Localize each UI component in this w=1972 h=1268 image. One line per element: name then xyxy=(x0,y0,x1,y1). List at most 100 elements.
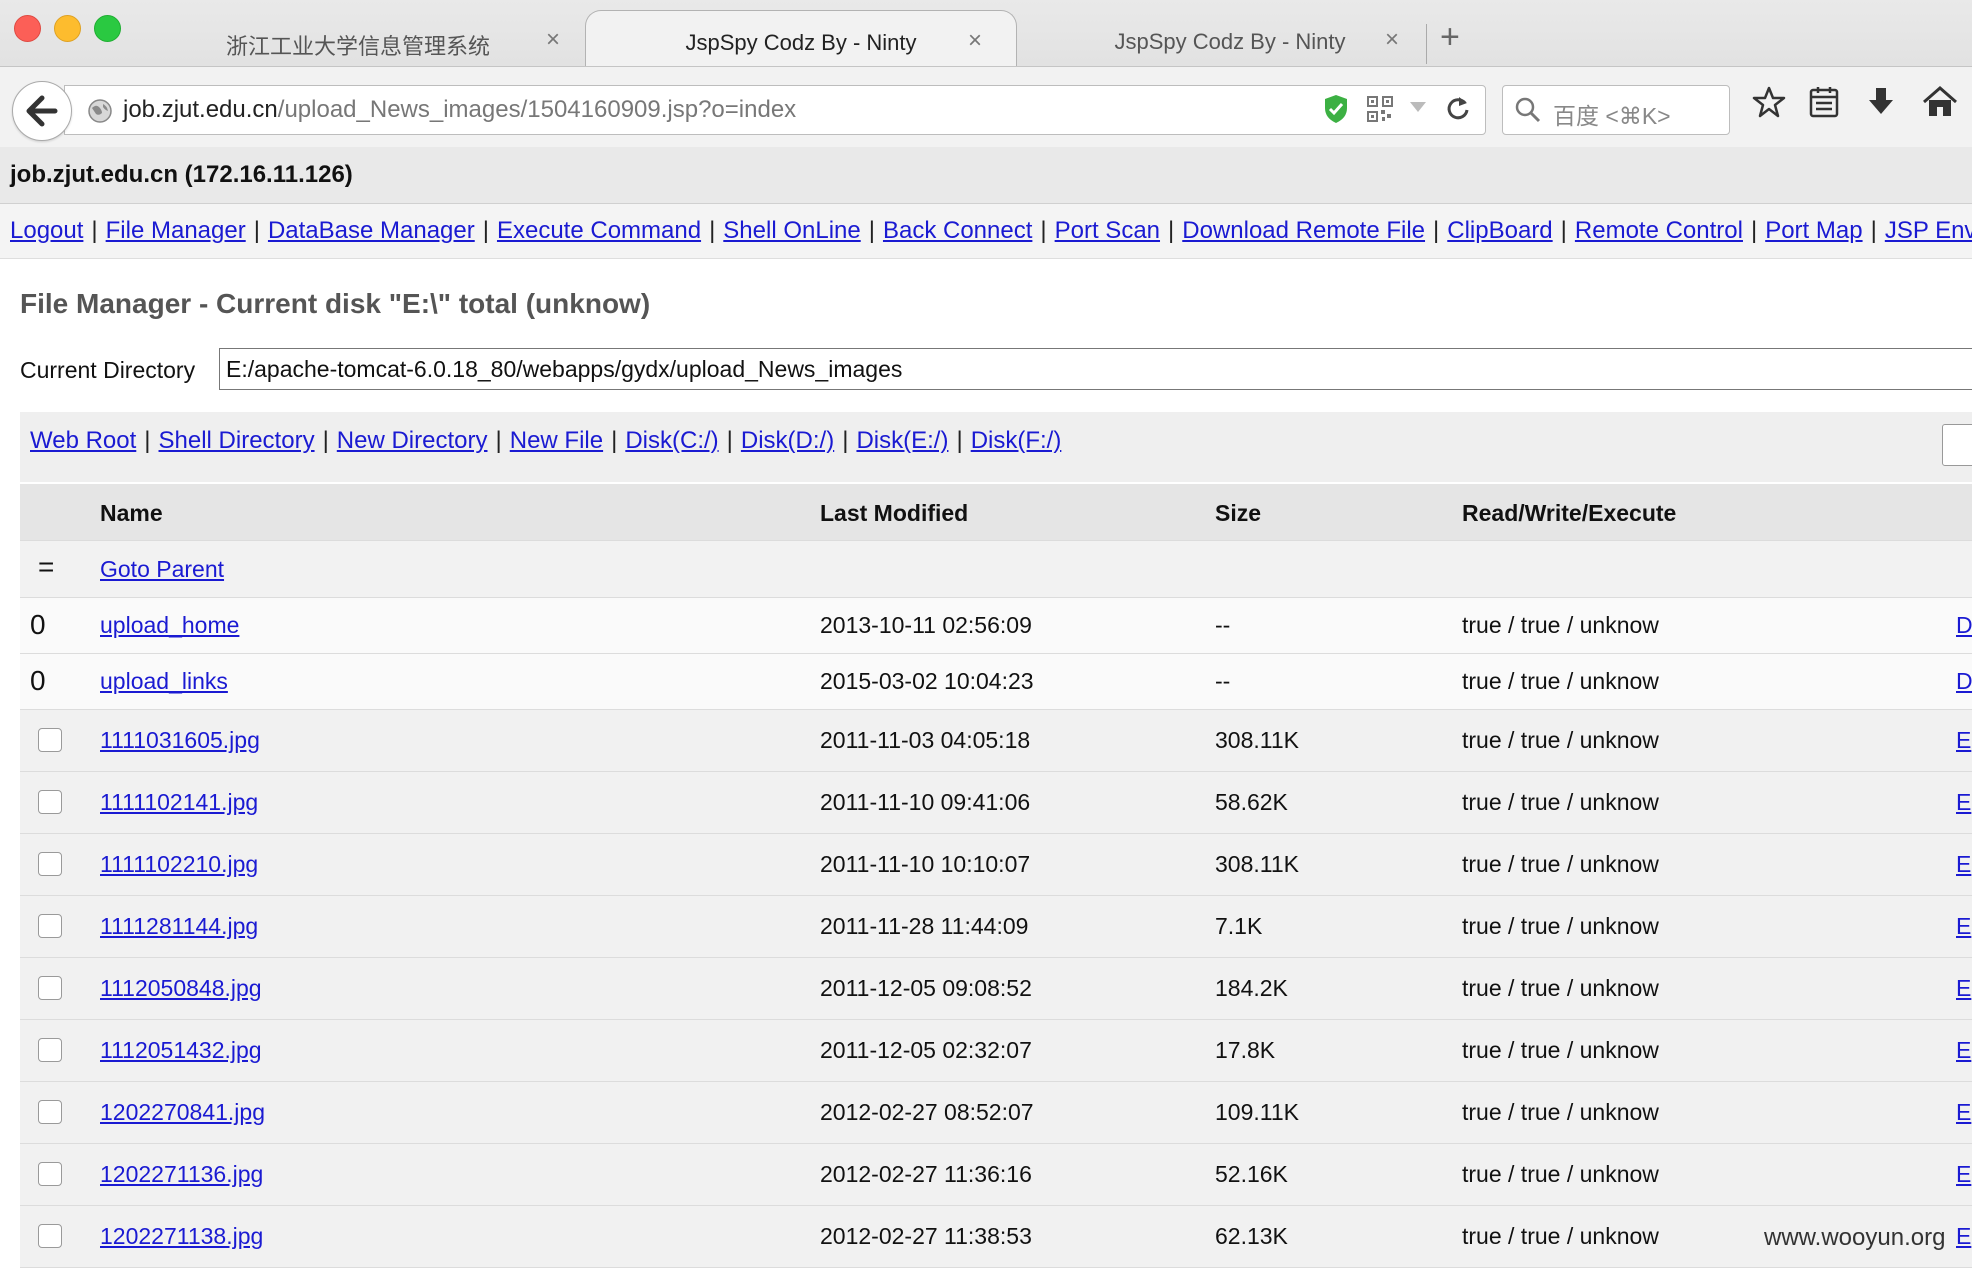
file-action-link[interactable]: E xyxy=(1956,913,1971,940)
dropdown-arrow-icon[interactable] xyxy=(1409,100,1427,114)
column-header-size: Size xyxy=(1215,500,1262,526)
file-row: 1111102210.jpg 2011-11-10 10:10:07 308.11K… xyxy=(20,834,1972,896)
shield-icon[interactable] xyxy=(1323,94,1349,124)
link-new-file[interactable]: New File xyxy=(510,427,603,454)
file-link[interactable]: 1111031605.jpg xyxy=(100,727,260,754)
column-header-name: Name xyxy=(100,500,163,526)
file-row: 1202270841.jpg 2012-02-27 08:52:07 109.11K… xyxy=(20,1082,1972,1144)
file-row: 1112050848.jpg 2011-12-05 09:08:52 184.2K t… xyxy=(20,958,1972,1020)
menu-clipboard[interactable]: ClipBoard xyxy=(1447,217,1552,244)
tab-zjut-system[interactable]: 浙江工业大学信息管理系统 × xyxy=(160,10,580,66)
menu-file-manager[interactable]: File Manager xyxy=(106,217,246,244)
size-cell: 109.11K xyxy=(1215,1099,1299,1125)
file-select-checkbox[interactable] xyxy=(38,1162,62,1186)
last-modified-cell: 2011-12-05 02:32:07 xyxy=(820,1037,1032,1063)
permissions-cell: true / true / unknow xyxy=(1462,913,1659,939)
globe-icon xyxy=(88,99,112,123)
tab-close-icon[interactable]: × xyxy=(1385,26,1399,54)
last-modified-cell: 2011-11-03 04:05:18 xyxy=(820,727,1031,753)
file-action-link[interactable]: E xyxy=(1956,1099,1971,1126)
file-row: 1111031605.jpg 2011-11-03 04:05:18 308.11K… xyxy=(20,710,1972,772)
file-link[interactable]: 1111281144.jpg xyxy=(100,913,258,940)
quick-links: Web Root | Shell Directory | New Directory | N… xyxy=(30,427,1061,455)
last-modified-cell: 2013-10-11 02:56:09 xyxy=(820,612,1032,638)
address-bar[interactable]: job.zjut.edu.cn/upload_News_images/15041… xyxy=(64,85,1486,135)
file-action-link[interactable]: E xyxy=(1956,1223,1971,1250)
file-select-checkbox[interactable] xyxy=(38,728,62,752)
size-cell: 184.2K xyxy=(1215,975,1288,1001)
minimize-window-button[interactable] xyxy=(54,15,81,42)
link-separator: | xyxy=(956,427,963,454)
file-select-checkbox[interactable] xyxy=(38,852,62,876)
link-disk-f[interactable]: Disk(F:/) xyxy=(971,427,1062,454)
link-web-root[interactable]: Web Root xyxy=(30,427,136,454)
goto-parent-link[interactable]: Goto Parent xyxy=(100,556,224,583)
tab-jspspy-active[interactable]: JspSpy Codz By - Ninty × xyxy=(585,10,1017,67)
close-window-button[interactable] xyxy=(14,15,41,42)
current-directory-label: Current Directory xyxy=(20,357,196,383)
file-action-link[interactable]: E xyxy=(1956,975,1971,1002)
link-disk-c[interactable]: Disk(C:/) xyxy=(625,427,718,454)
tab-label: 浙江工业大学信息管理系统 xyxy=(226,34,491,59)
file-row: 1111102141.jpg 2011-11-10 09:41:06 58.62K t… xyxy=(20,772,1972,834)
file-link[interactable]: 1111102141.jpg xyxy=(100,789,258,816)
menu-jsp-env[interactable]: JSP Env xyxy=(1885,217,1972,244)
tab-jspspy[interactable]: JspSpy Codz By - Ninty × xyxy=(1025,10,1435,66)
menu-database-manager[interactable]: DataBase Manager xyxy=(268,217,475,244)
goto-parent-row: = Goto Parent xyxy=(20,541,1972,598)
menu-back-connect[interactable]: Back Connect xyxy=(883,217,1032,244)
main-menu-links: Logout | File Manager | DataBase Manager | Exe… xyxy=(10,217,1972,245)
file-select-checkbox[interactable] xyxy=(38,1100,62,1124)
menu-download-remote-file[interactable]: Download Remote File xyxy=(1182,217,1425,244)
download-icon[interactable] xyxy=(1866,85,1896,119)
directory-link[interactable]: upload_links xyxy=(100,668,228,695)
file-link[interactable]: 1202270841.jpg xyxy=(100,1099,265,1126)
file-select-checkbox[interactable] xyxy=(38,790,62,814)
menu-port-map[interactable]: Port Map xyxy=(1765,217,1862,244)
back-arrow-icon xyxy=(26,95,58,127)
file-select-checkbox[interactable] xyxy=(38,976,62,1000)
link-disk-d[interactable]: Disk(D:/) xyxy=(741,427,834,454)
reading-list-icon[interactable] xyxy=(1808,85,1840,119)
search-bar[interactable]: 百度 <⌘K> xyxy=(1502,85,1730,135)
bookmark-star-icon[interactable] xyxy=(1752,85,1786,119)
file-action-link[interactable]: E xyxy=(1956,1037,1971,1064)
file-link[interactable]: 1112050848.jpg xyxy=(100,975,262,1002)
go-button[interactable] xyxy=(1942,424,1972,466)
back-button[interactable] xyxy=(12,81,72,141)
file-link[interactable]: 1202271138.jpg xyxy=(100,1223,263,1250)
file-link[interactable]: 1202271136.jpg xyxy=(100,1161,263,1188)
link-new-directory[interactable]: New Directory xyxy=(337,427,488,454)
url-text[interactable]: job.zjut.edu.cn/upload_News_images/15041… xyxy=(123,96,796,124)
file-action-link[interactable]: E xyxy=(1956,789,1971,816)
zoom-window-button[interactable] xyxy=(94,15,121,42)
menu-remote-control[interactable]: Remote Control xyxy=(1575,217,1743,244)
file-link[interactable]: 1112051432.jpg xyxy=(100,1037,262,1064)
home-icon[interactable] xyxy=(1922,85,1958,119)
file-action-link[interactable]: E xyxy=(1956,851,1971,878)
qr-code-icon[interactable] xyxy=(1367,96,1393,122)
file-select-checkbox[interactable] xyxy=(38,1038,62,1062)
menu-execute-command[interactable]: Execute Command xyxy=(497,217,701,244)
file-action-link[interactable]: E xyxy=(1956,727,1971,754)
tab-close-icon[interactable]: × xyxy=(546,26,560,54)
link-shell-directory[interactable]: Shell Directory xyxy=(159,427,315,454)
menu-port-scan[interactable]: Port Scan xyxy=(1055,217,1160,244)
url-host: job.zjut.edu.cn xyxy=(123,96,278,123)
file-select-checkbox[interactable] xyxy=(38,1224,62,1248)
current-directory-input[interactable] xyxy=(219,348,1972,390)
directory-link[interactable]: upload_home xyxy=(100,612,239,639)
file-link[interactable]: 1111102210.jpg xyxy=(100,851,258,878)
tab-strip: 浙江工业大学信息管理系统 × JspSpy Codz By - Ninty × … xyxy=(0,0,1972,67)
link-disk-e[interactable]: Disk(E:/) xyxy=(856,427,948,454)
directory-action-link[interactable]: D xyxy=(1956,668,1972,695)
permissions-cell: true / true / unknow xyxy=(1462,1161,1659,1187)
file-action-link[interactable]: E xyxy=(1956,1161,1971,1188)
tab-close-icon[interactable]: × xyxy=(968,27,982,55)
file-select-checkbox[interactable] xyxy=(38,914,62,938)
menu-logout[interactable]: Logout xyxy=(10,217,83,244)
menu-shell-online[interactable]: Shell OnLine xyxy=(723,217,860,244)
directory-action-link[interactable]: D xyxy=(1956,612,1972,639)
new-tab-button[interactable]: + xyxy=(1440,18,1460,57)
reload-icon[interactable] xyxy=(1445,94,1471,122)
